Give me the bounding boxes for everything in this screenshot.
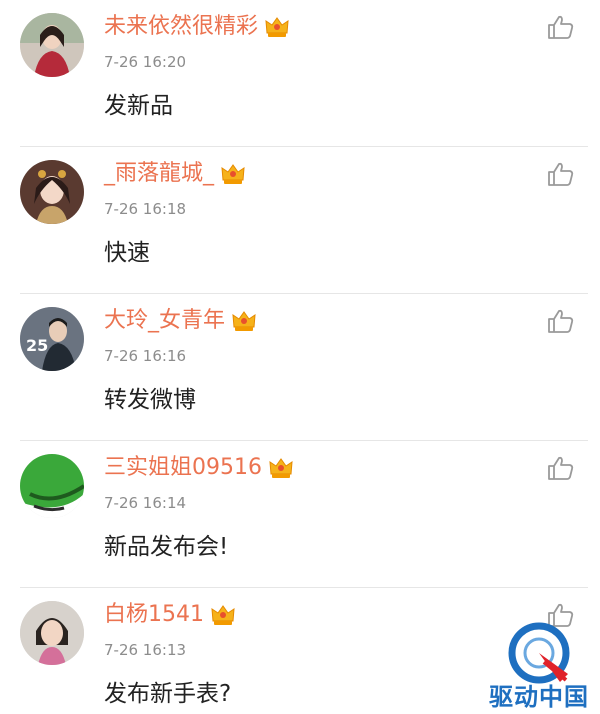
comment-text: 快速	[104, 240, 150, 266]
comment-item: _雨落龍城_ 7-26 16:18 快速	[0, 147, 600, 294]
username-label: _雨落龍城_	[104, 161, 215, 186]
timestamp: 7-26 16:16	[104, 347, 187, 365]
timestamp: 7-26 16:18	[104, 200, 187, 218]
username[interactable]: 大玲_女青年	[104, 306, 257, 336]
avatar[interactable]	[20, 160, 84, 224]
username[interactable]: 未来依然很精彩	[104, 12, 290, 42]
timestamp: 7-26 16:13	[104, 641, 187, 659]
svg-text:25: 25	[26, 336, 48, 355]
comment-text: 新品发布会!	[104, 534, 229, 560]
avatar[interactable]: 25	[20, 307, 84, 371]
crown-icon	[264, 14, 290, 40]
watermark-text: 驱动中国	[489, 683, 589, 711]
username[interactable]: 白杨1541	[104, 600, 236, 630]
thumbs-up-icon[interactable]	[547, 161, 575, 187]
username-label: 白杨1541	[104, 602, 204, 627]
thumbs-up-icon[interactable]	[547, 308, 575, 334]
username[interactable]: _雨落龍城_	[104, 159, 246, 189]
username-label: 未来依然很精彩	[104, 14, 259, 39]
username-label: 三实姐姐09516	[104, 455, 262, 480]
watermark-logo-icon	[508, 622, 570, 684]
avatar[interactable]	[20, 13, 84, 77]
watermark: 驱动中国	[478, 622, 600, 714]
timestamp: 7-26 16:20	[104, 53, 187, 71]
avatar[interactable]	[20, 454, 84, 518]
timestamp: 7-26 16:14	[104, 494, 187, 512]
comment-text: 转发微博	[104, 387, 196, 413]
thumbs-up-icon[interactable]	[547, 14, 575, 40]
comment-item: 未来依然很精彩 7-26 16:20 发新品	[0, 0, 600, 147]
crown-icon	[220, 161, 246, 187]
thumbs-up-icon[interactable]	[547, 455, 575, 481]
comment-item: 25 大玲_女青年 7-26 16:16 转发微博	[0, 294, 600, 441]
crown-icon	[231, 308, 257, 334]
comment-text: 发布新手表?	[104, 681, 232, 707]
comment-list: 未来依然很精彩 7-26 16:20 发新品 _雨落龍城_ 7-26 16:18…	[0, 0, 600, 714]
crown-icon	[268, 455, 294, 481]
comment-text: 发新品	[104, 93, 173, 119]
avatar[interactable]	[20, 601, 84, 665]
username-label: 大玲_女青年	[104, 308, 226, 333]
crown-icon	[210, 602, 236, 628]
comment-item: 三实姐姐09516 7-26 16:14 新品发布会!	[0, 441, 600, 588]
username[interactable]: 三实姐姐09516	[104, 453, 294, 483]
